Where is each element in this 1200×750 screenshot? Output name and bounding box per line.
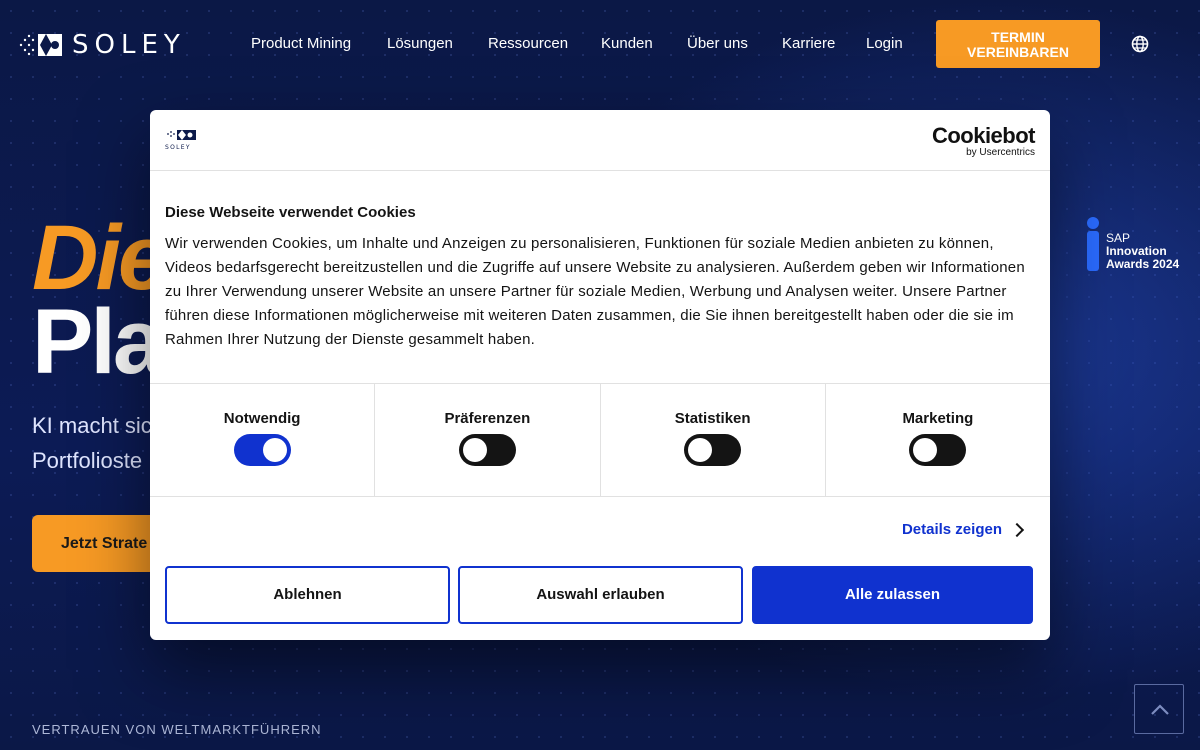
category-praeferenzen: Präferenzen (375, 384, 601, 496)
chevron-right-icon (1009, 522, 1025, 537)
logo-wordmark: SOLEY (72, 30, 186, 60)
dialog-title: Diese Webseite verwendet Cookies (165, 204, 416, 221)
category-label: Präferenzen (444, 410, 531, 427)
toggle-knob (262, 438, 287, 462)
toggle-knob (688, 438, 713, 462)
award-bar-icon (1087, 231, 1099, 271)
category-label: Marketing (902, 410, 974, 427)
nav-karriere[interactable]: Karriere (782, 35, 835, 52)
consent-categories: Notwendig Präferenzen Statistiken Market… (150, 383, 1050, 497)
sap-award-badge: SAP Innovation Awards 2024 (1086, 217, 1196, 277)
nav-product-mining[interactable]: Product Mining (251, 35, 351, 52)
category-marketing: Marketing (826, 384, 1050, 496)
soley-logo[interactable]: SOLEY (18, 30, 186, 60)
award-text: SAP Innovation Awards 2024 (1106, 232, 1200, 271)
dialog-body-text: Wir verwenden Cookies, um Inhalte und An… (165, 235, 1025, 348)
details-zeigen-link[interactable]: Details zeigen (901, 521, 1025, 538)
nav-loesungen[interactable]: Lösungen (387, 35, 453, 52)
termin-vereinbaren-button[interactable]: TERMIN VEREINBAREN (936, 20, 1100, 68)
cookie-consent-dialog: SOLEY Cookiebot by Usercentrics Diese We… (150, 110, 1050, 640)
category-notwendig: Notwendig (150, 384, 376, 496)
award-dot-icon (1087, 217, 1099, 229)
reject-button[interactable]: Ablehnen (165, 566, 450, 624)
award-line3: Awards 2024 (1106, 257, 1180, 271)
cookiebot-sub: by Usercentrics (966, 147, 1035, 158)
category-label: Notwendig (223, 410, 301, 427)
nav-kunden[interactable]: Kunden (601, 35, 653, 52)
notwendig-toggle[interactable] (233, 434, 291, 466)
dialog-header: SOLEY Cookiebot by Usercentrics (150, 110, 1050, 171)
trust-heading: VERTRAUEN VON WELTMARKTFÜHRERN (32, 722, 322, 737)
hero-subtitle-line2: Portfolioste (32, 448, 143, 473)
toggle-knob (462, 438, 487, 462)
allow-all-button[interactable]: Alle zulassen (752, 566, 1033, 624)
cta-line2: VEREINBAREN (967, 44, 1069, 60)
cookiebot-brand[interactable]: Cookiebot by Usercentrics (931, 123, 1036, 158)
praeferenzen-toggle[interactable] (458, 434, 516, 466)
soley-logo-mark-icon (19, 34, 62, 56)
cta-line1: TERMIN (991, 29, 1045, 45)
details-label: Details zeigen (901, 521, 1002, 538)
globe-icon[interactable] (1131, 35, 1149, 53)
nav-ressourcen[interactable]: Ressourcen (488, 35, 568, 52)
soley-small-logo-icon: SOLEY (165, 130, 196, 151)
category-label: Statistiken (674, 410, 751, 427)
marketing-toggle[interactable] (909, 434, 967, 466)
hero-subtitle-line1: KI macht sic (32, 413, 152, 438)
cookiebot-name: Cookiebot (931, 123, 1036, 148)
allow-selection-button[interactable]: Auswahl erlauben (458, 566, 743, 624)
nav-login[interactable]: Login (866, 35, 903, 52)
hero-headline-word2: Pla (32, 291, 164, 393)
top-navigation: SOLEY Product Mining Lösungen Ressourcen… (0, 0, 1200, 88)
toggle-knob (913, 438, 938, 462)
small-logo-text: SOLEY (165, 144, 191, 151)
chevron-up-icon (1151, 704, 1169, 715)
category-statistiken: Statistiken (601, 384, 826, 496)
statistiken-toggle[interactable] (684, 434, 742, 466)
scroll-to-top-button[interactable] (1134, 684, 1184, 734)
nav-ueber-uns[interactable]: Über uns (687, 35, 748, 52)
